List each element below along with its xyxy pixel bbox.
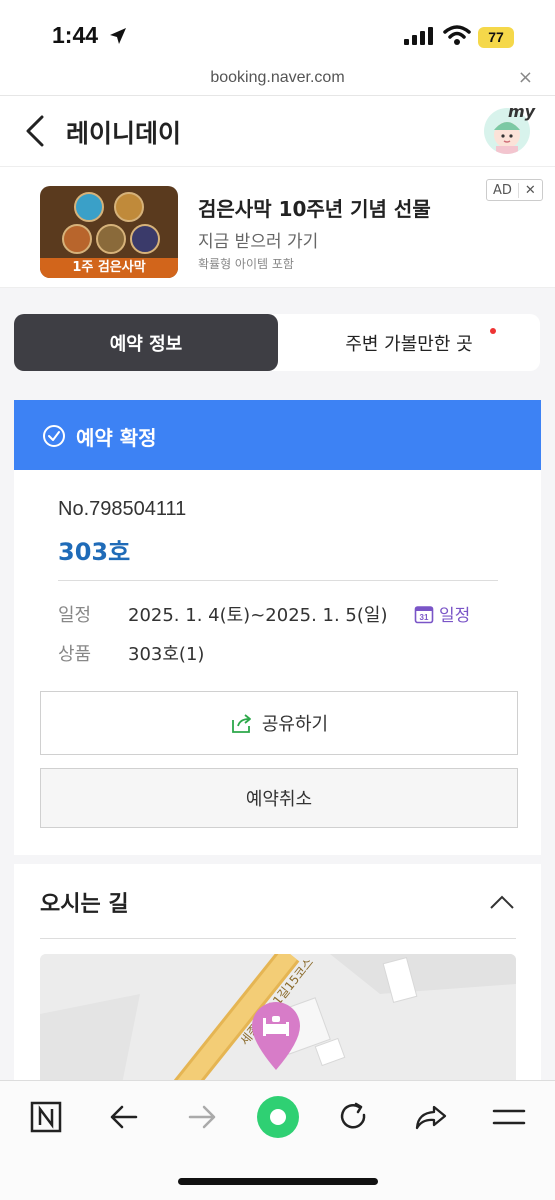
url-text: booking.naver.com — [210, 69, 345, 86]
home-indicator — [178, 1178, 378, 1185]
schedule-value: 2025. 1. 4(토)~2025. 1. 5(일) — [128, 605, 388, 626]
tab-label: 예약 정보 — [109, 333, 183, 355]
refresh-icon[interactable] — [338, 1101, 370, 1133]
share-button-label: 공유하기 — [261, 714, 329, 735]
add-to-calendar-link[interactable]: 31 일정 — [414, 601, 470, 626]
forward-arrow-icon[interactable] — [186, 1101, 218, 1133]
ad-banner[interactable]: 1주 검은사막 검은사막 10주년 기념 선물 지금 받으러 가기 확률형 아이… — [0, 166, 555, 288]
cancel-button-label: 예약취소 — [245, 789, 313, 810]
game-item-icon — [62, 224, 92, 254]
signal-icon — [404, 27, 433, 45]
my-badge: my — [508, 102, 536, 121]
confirmation-label: 예약 확정 — [76, 426, 157, 450]
schedule-label: 일정 — [58, 605, 92, 626]
menu-icon[interactable] — [492, 1101, 526, 1133]
ad-badge[interactable]: AD ✕ — [486, 179, 543, 201]
cancel-reservation-button[interactable]: 예약취소 — [40, 768, 518, 828]
status-bar: 1:44 77 — [0, 0, 555, 66]
ad-label: AD — [493, 182, 512, 198]
divider — [58, 580, 498, 581]
calendar-day: 31 — [420, 613, 429, 622]
ad-headline[interactable]: 검은사막 10주년 기념 선물 — [198, 193, 431, 222]
ad-note: 확률형 아이템 포함 — [198, 257, 294, 271]
tab-bar: 예약 정보 주변 가볼만한 곳 — [14, 314, 540, 371]
ad-close-icon[interactable]: ✕ — [517, 182, 542, 198]
ad-subline[interactable]: 지금 받으러 가기 — [198, 227, 318, 252]
url-bar[interactable]: booking.naver.com × — [0, 66, 555, 96]
confirmation-banner: 예약 확정 — [14, 400, 541, 470]
tab-label: 주변 가볼만한 곳 — [345, 333, 473, 355]
location-arrow-icon — [110, 28, 126, 44]
game-item-icon — [96, 224, 126, 254]
battery-indicator: 77 — [478, 27, 514, 48]
back-chevron-icon[interactable] — [22, 114, 48, 148]
directions-heading: 오시는 길 — [40, 892, 129, 917]
game-item-icon — [130, 224, 160, 254]
page-title: 레이니데이 — [66, 119, 182, 148]
room-name: 303호 — [58, 538, 131, 566]
share-button[interactable]: 공유하기 — [40, 691, 518, 755]
tab-nearby-places[interactable]: 주변 가볼만한 곳 — [278, 314, 540, 371]
close-icon[interactable]: × — [518, 67, 533, 88]
home-icon[interactable] — [256, 1095, 300, 1139]
product-label: 상품 — [58, 644, 92, 665]
booking-number: No.798504111 — [58, 498, 187, 520]
calendar-link-label: 일정 — [439, 606, 471, 626]
game-item-icon — [74, 192, 104, 222]
directions-section: 오시는 길 세종대로11길15코스 — [14, 864, 541, 1094]
page-header: 레이니데이 my — [0, 96, 555, 166]
booking-card: No.798504111 303호 일정 2025. 1. 4(토)~2025.… — [14, 470, 541, 855]
naver-n-icon[interactable] — [30, 1101, 62, 1133]
map-view[interactable]: 세종대로11길15코스 — [40, 954, 516, 1094]
ad-thumb-caption: 1주 검은사막 — [40, 258, 178, 278]
chevron-up-icon[interactable] — [489, 894, 515, 910]
tab-reservation-info[interactable]: 예약 정보 — [14, 314, 278, 371]
back-arrow-icon[interactable] — [108, 1101, 140, 1133]
clock: 1:44 — [52, 22, 99, 48]
wifi-icon — [443, 25, 471, 45]
divider — [40, 938, 516, 939]
product-value: 303호(1) — [128, 644, 205, 665]
game-item-icon — [114, 192, 144, 222]
share-arrow-icon[interactable] — [414, 1101, 448, 1133]
check-circle-icon — [43, 425, 65, 447]
calendar-icon: 31 — [414, 605, 434, 623]
lodging-pin-icon[interactable] — [248, 998, 304, 1072]
share-icon — [231, 714, 251, 733]
new-dot-indicator — [490, 328, 496, 334]
ad-thumbnail[interactable]: 1주 검은사막 — [40, 186, 178, 278]
